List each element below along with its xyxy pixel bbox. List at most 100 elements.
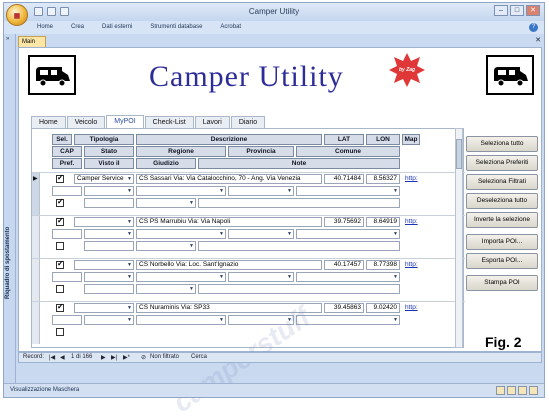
comune-dropdown[interactable] xyxy=(296,229,400,239)
document-tab-main[interactable]: Main xyxy=(18,36,46,47)
pref-checkbox[interactable] xyxy=(56,242,64,250)
pref-checkbox[interactable] xyxy=(56,285,64,293)
table-row[interactable]: CS Norbello Via: Loc. Sant'Ignazio 40.17… xyxy=(32,258,465,301)
scrollbar-thumb[interactable] xyxy=(456,139,462,169)
new-record-icon[interactable]: ▶* xyxy=(123,354,130,361)
expand-icon[interactable]: » xyxy=(6,36,9,42)
pref-checkbox[interactable] xyxy=(56,328,64,336)
close-document-icon[interactable]: ✕ xyxy=(535,36,541,44)
ribbon-tab-strumenti-database[interactable]: Strumenti database xyxy=(150,24,202,30)
deselect-all-button[interactable]: Deseleziona tutto xyxy=(466,193,538,209)
giudizio-dropdown[interactable] xyxy=(136,284,196,294)
note-field[interactable] xyxy=(198,198,400,208)
stato-dropdown[interactable] xyxy=(84,229,134,239)
map-link[interactable]: http: xyxy=(405,261,418,268)
tipologia-dropdown[interactable]: Camper Service xyxy=(74,174,134,184)
lat-field[interactable]: 39.45863 xyxy=(324,303,364,313)
cap-field[interactable] xyxy=(52,272,82,282)
export-poi-button[interactable]: Esporta POI... xyxy=(466,253,538,269)
prev-record-icon[interactable]: ◀ xyxy=(60,354,65,361)
descrizione-field[interactable]: CS Norbello Via: Loc. Sant'Ignazio xyxy=(136,260,322,270)
descrizione-field[interactable]: CS PS Marrubiu Via: Via Napoli xyxy=(136,217,322,227)
map-link[interactable]: http: xyxy=(405,304,418,311)
note-field[interactable] xyxy=(198,284,400,294)
ribbon-tab-crea[interactable]: Crea xyxy=(71,24,84,30)
select-favorites-button[interactable]: Seleziona Preferiti xyxy=(466,155,538,171)
close-button[interactable]: ✕ xyxy=(526,5,540,16)
map-link[interactable]: http: xyxy=(405,218,418,225)
sel-checkbox[interactable] xyxy=(56,173,64,183)
tipologia-dropdown[interactable] xyxy=(74,217,134,227)
select-all-button[interactable]: Seleziona tutto xyxy=(466,136,538,152)
regione-dropdown[interactable] xyxy=(136,229,226,239)
record-selector[interactable]: ▶ xyxy=(32,173,40,215)
maximize-button[interactable]: □ xyxy=(510,5,524,16)
lat-field[interactable]: 40.17457 xyxy=(324,260,364,270)
tab-veicolo[interactable]: Veicolo xyxy=(66,116,106,128)
first-record-icon[interactable]: |◀ xyxy=(49,354,55,361)
search-box[interactable]: Cerca xyxy=(191,354,207,360)
descrizione-field[interactable]: CS Sassari Via: Via Catalocchino, 70 - A… xyxy=(136,174,322,184)
provincia-dropdown[interactable] xyxy=(228,272,294,282)
tipologia-dropdown[interactable] xyxy=(74,260,134,270)
record-selector[interactable] xyxy=(32,302,40,344)
filter-status[interactable]: Non filtrato xyxy=(150,354,179,360)
cap-field[interactable] xyxy=(52,229,82,239)
comune-dropdown[interactable] xyxy=(296,272,400,282)
record-selector[interactable] xyxy=(32,216,40,258)
layout-view-icon[interactable] xyxy=(518,386,527,395)
stato-dropdown[interactable] xyxy=(84,272,134,282)
lon-field[interactable]: 9.02420 xyxy=(366,303,400,313)
note-field[interactable] xyxy=(198,241,400,251)
design-view-icon[interactable] xyxy=(529,386,538,395)
table-row[interactable]: CS PS Marrubiu Via: Via Napoli 39.75692 … xyxy=(32,215,465,258)
provincia-dropdown[interactable] xyxy=(228,229,294,239)
last-record-icon[interactable]: ▶| xyxy=(111,354,117,361)
record-position[interactable]: 1 di 166 xyxy=(71,354,92,360)
minimize-button[interactable]: – xyxy=(494,5,508,16)
lat-field[interactable]: 39.75692 xyxy=(324,217,364,227)
select-filtered-button[interactable]: Seleziona Filtrati xyxy=(466,174,538,190)
next-record-icon[interactable]: ▶ xyxy=(101,354,106,361)
datasheet-view-icon[interactable] xyxy=(507,386,516,395)
sel-checkbox[interactable] xyxy=(56,259,64,269)
lon-field[interactable]: 8.77398 xyxy=(366,260,400,270)
sel-checkbox[interactable] xyxy=(56,216,64,226)
map-link[interactable]: http: xyxy=(405,175,418,182)
cap-field[interactable] xyxy=(52,315,82,325)
navigation-pane[interactable]: » Riquadro di spostamento xyxy=(4,34,16,383)
import-poi-button[interactable]: Importa POI... xyxy=(466,234,538,250)
filter-icon[interactable]: ⊘ xyxy=(141,354,146,361)
lat-field[interactable]: 40.71484 xyxy=(324,174,364,184)
regione-dropdown[interactable] xyxy=(136,315,226,325)
form-view-icon[interactable] xyxy=(496,386,505,395)
visto-il-field[interactable] xyxy=(84,241,134,251)
record-selector[interactable] xyxy=(32,259,40,301)
print-poi-button[interactable]: Stampa POI xyxy=(466,275,538,291)
tipologia-dropdown[interactable] xyxy=(74,303,134,313)
pref-checkbox[interactable] xyxy=(56,197,64,207)
help-icon[interactable]: ? xyxy=(529,23,538,32)
lon-field[interactable]: 8.64919 xyxy=(366,217,400,227)
lon-field[interactable]: 8.56327 xyxy=(366,174,400,184)
vertical-scrollbar[interactable] xyxy=(455,128,463,348)
cap-field[interactable] xyxy=(52,186,82,196)
ribbon-tab-home[interactable]: Home xyxy=(37,24,53,30)
visto-il-field[interactable] xyxy=(84,284,134,294)
giudizio-dropdown[interactable] xyxy=(136,198,196,208)
ribbon-tab-acrobat[interactable]: Acrobat xyxy=(220,24,241,30)
tab-check-list[interactable]: Check-List xyxy=(144,116,194,128)
stato-dropdown[interactable] xyxy=(84,186,134,196)
tab-mypoi[interactable]: MyPOI xyxy=(106,115,144,128)
table-row[interactable]: ▶ Camper Service CS Sassari Via: Via Cat… xyxy=(32,172,465,215)
office-button[interactable]: ◼ xyxy=(6,4,28,26)
tab-home[interactable]: Home xyxy=(31,116,66,128)
ribbon-tab-dati-esterni[interactable]: Dati esterni xyxy=(102,24,132,30)
provincia-dropdown[interactable] xyxy=(228,186,294,196)
regione-dropdown[interactable] xyxy=(136,272,226,282)
stato-dropdown[interactable] xyxy=(84,315,134,325)
regione-dropdown[interactable] xyxy=(136,186,226,196)
tab-lavori[interactable]: Lavori xyxy=(194,116,230,128)
tab-diario[interactable]: Diario xyxy=(230,116,266,128)
invert-selection-button[interactable]: Inverte la selezione xyxy=(466,212,538,228)
